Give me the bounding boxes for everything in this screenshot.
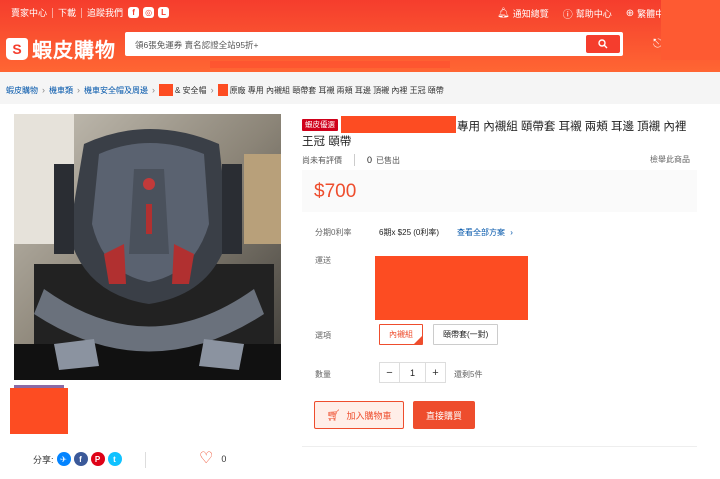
decrease-button[interactable]: −	[380, 363, 399, 382]
option-label: 選項	[315, 331, 331, 340]
installment-value: 6期x $25 (0利率)	[379, 228, 440, 237]
twitter-icon[interactable]: t	[107, 452, 122, 466]
redaction	[159, 84, 173, 96]
divider	[354, 154, 355, 166]
sold-label: 已售出	[376, 155, 401, 165]
help-icon: ⓘ	[562, 10, 573, 21]
notifications-link[interactable]: 🔔︎ 通知總覽	[497, 7, 549, 20]
chevron-right-icon: ›	[510, 228, 513, 237]
divider	[145, 452, 146, 468]
preferred-badge: 蝦皮優選	[302, 119, 338, 131]
installment-plans-link[interactable]: 查看全部方案 ›	[457, 227, 513, 238]
installment-label: 分期0利率	[315, 228, 352, 237]
helmet-liner-photo	[14, 114, 281, 380]
chevron-right-icon: ›	[210, 85, 214, 95]
help-link[interactable]: ⓘ 幫助中心	[563, 6, 612, 21]
search-bar[interactable]: 領6張免運券 賣名認證全站95折+	[125, 32, 623, 56]
divider	[302, 446, 697, 447]
share-row: 分享: ✈ f P t	[33, 452, 122, 466]
breadcrumb-current: 原廠 專用 內襯組 頤帶套 耳襯 兩頰 耳邊 頂襯 內裡 王冠 頤帶	[229, 85, 444, 95]
quantity-input[interactable]: 1	[399, 363, 426, 382]
installment-link-label: 查看全部方案	[457, 228, 505, 237]
search-icon	[598, 39, 608, 49]
shipping-redaction	[375, 256, 528, 320]
facebook-icon[interactable]: f	[128, 7, 140, 18]
report-link[interactable]: 檢舉此商品	[650, 154, 690, 165]
notifications-label: 通知總覽	[512, 9, 549, 19]
download-link[interactable]: 下載	[53, 6, 81, 19]
messenger-icon[interactable]: ✈	[56, 452, 71, 466]
breadcrumb-item[interactable]: 機車安全帽及周邊	[84, 85, 148, 96]
breadcrumb-item[interactable]: 機車類	[49, 85, 73, 96]
breadcrumb: 蝦皮購物 › 機車類 › 機車安全帽及周邊 › & 安全帽 › 原廠 專用 內襯…	[6, 84, 444, 96]
heart-icon: ♡	[199, 450, 214, 467]
redaction	[217, 84, 228, 96]
thumbnail-redaction[interactable]	[10, 388, 68, 434]
product-stats: 尚未有評價 0 已售出	[302, 154, 400, 166]
facebook-share-icon[interactable]: f	[73, 452, 88, 466]
product-image[interactable]	[14, 114, 281, 380]
add-to-cart-button[interactable]: 🛒︎ 加入購物車	[314, 401, 404, 429]
help-label: 幫助中心	[575, 9, 612, 19]
bell-icon: 🔔︎	[497, 8, 510, 19]
quantity-label: 數量	[315, 370, 331, 379]
cart-plus-icon: 🛒︎	[326, 409, 341, 422]
price: $700	[314, 181, 357, 202]
top-bar: 賣家中心 下載 追蹤我們 f ◎ L 🔔︎ 通知總覽 ⓘ 幫助中心 ⊕ 繁體中文…	[0, 0, 720, 24]
redaction	[341, 116, 456, 133]
rating-status[interactable]: 尚未有評價	[302, 155, 342, 166]
sold-count: 0	[367, 155, 373, 165]
shopee-bag-icon: S	[6, 37, 28, 60]
product-title-line2: 王冠 頤帶	[302, 136, 352, 148]
like-button[interactable]: ♡ 0	[199, 451, 226, 467]
product-title: 專用 內襯組 頤帶套 耳襯 兩頰 耳邊 頂襯 內裡	[457, 121, 687, 133]
add-to-cart-label: 加入購物車	[346, 410, 392, 421]
buy-now-button[interactable]: 直接購買	[413, 401, 475, 429]
option-liner-set[interactable]: 內襯組	[379, 324, 423, 345]
shipping-label: 運送	[315, 256, 331, 265]
stock-remaining: 還剩5件	[454, 370, 483, 379]
option-chin-strap[interactable]: 頤帶套(一對)	[433, 324, 499, 345]
breadcrumb-partial: & 安全帽	[175, 85, 207, 95]
follow-us-label: 追蹤我們	[87, 8, 124, 18]
chevron-right-icon: ›	[152, 85, 155, 95]
price-box: $700	[302, 170, 697, 212]
search-button[interactable]	[586, 35, 620, 53]
redaction	[210, 61, 450, 68]
like-count: 0	[221, 454, 227, 464]
seller-center-link[interactable]: 賣家中心	[6, 6, 52, 19]
globe-icon: ⊕	[625, 8, 635, 19]
brand-name: 蝦皮購物	[32, 40, 116, 62]
increase-button[interactable]: +	[426, 363, 445, 382]
redaction	[661, 0, 720, 60]
breadcrumb-item[interactable]: 蝦皮購物	[6, 85, 38, 96]
chevron-right-icon: ›	[42, 85, 45, 95]
shopee-logo[interactable]: S 蝦皮購物	[6, 34, 116, 63]
chevron-right-icon: ›	[77, 85, 80, 95]
pinterest-icon[interactable]: P	[90, 452, 105, 466]
line-icon[interactable]: L	[158, 7, 170, 18]
instagram-icon[interactable]: ◎	[143, 7, 155, 18]
search-input[interactable]: 領6張免運券 賣名認證全站95折+	[135, 39, 259, 51]
share-label: 分享:	[33, 454, 54, 465]
quantity-stepper: − 1 +	[379, 362, 446, 383]
